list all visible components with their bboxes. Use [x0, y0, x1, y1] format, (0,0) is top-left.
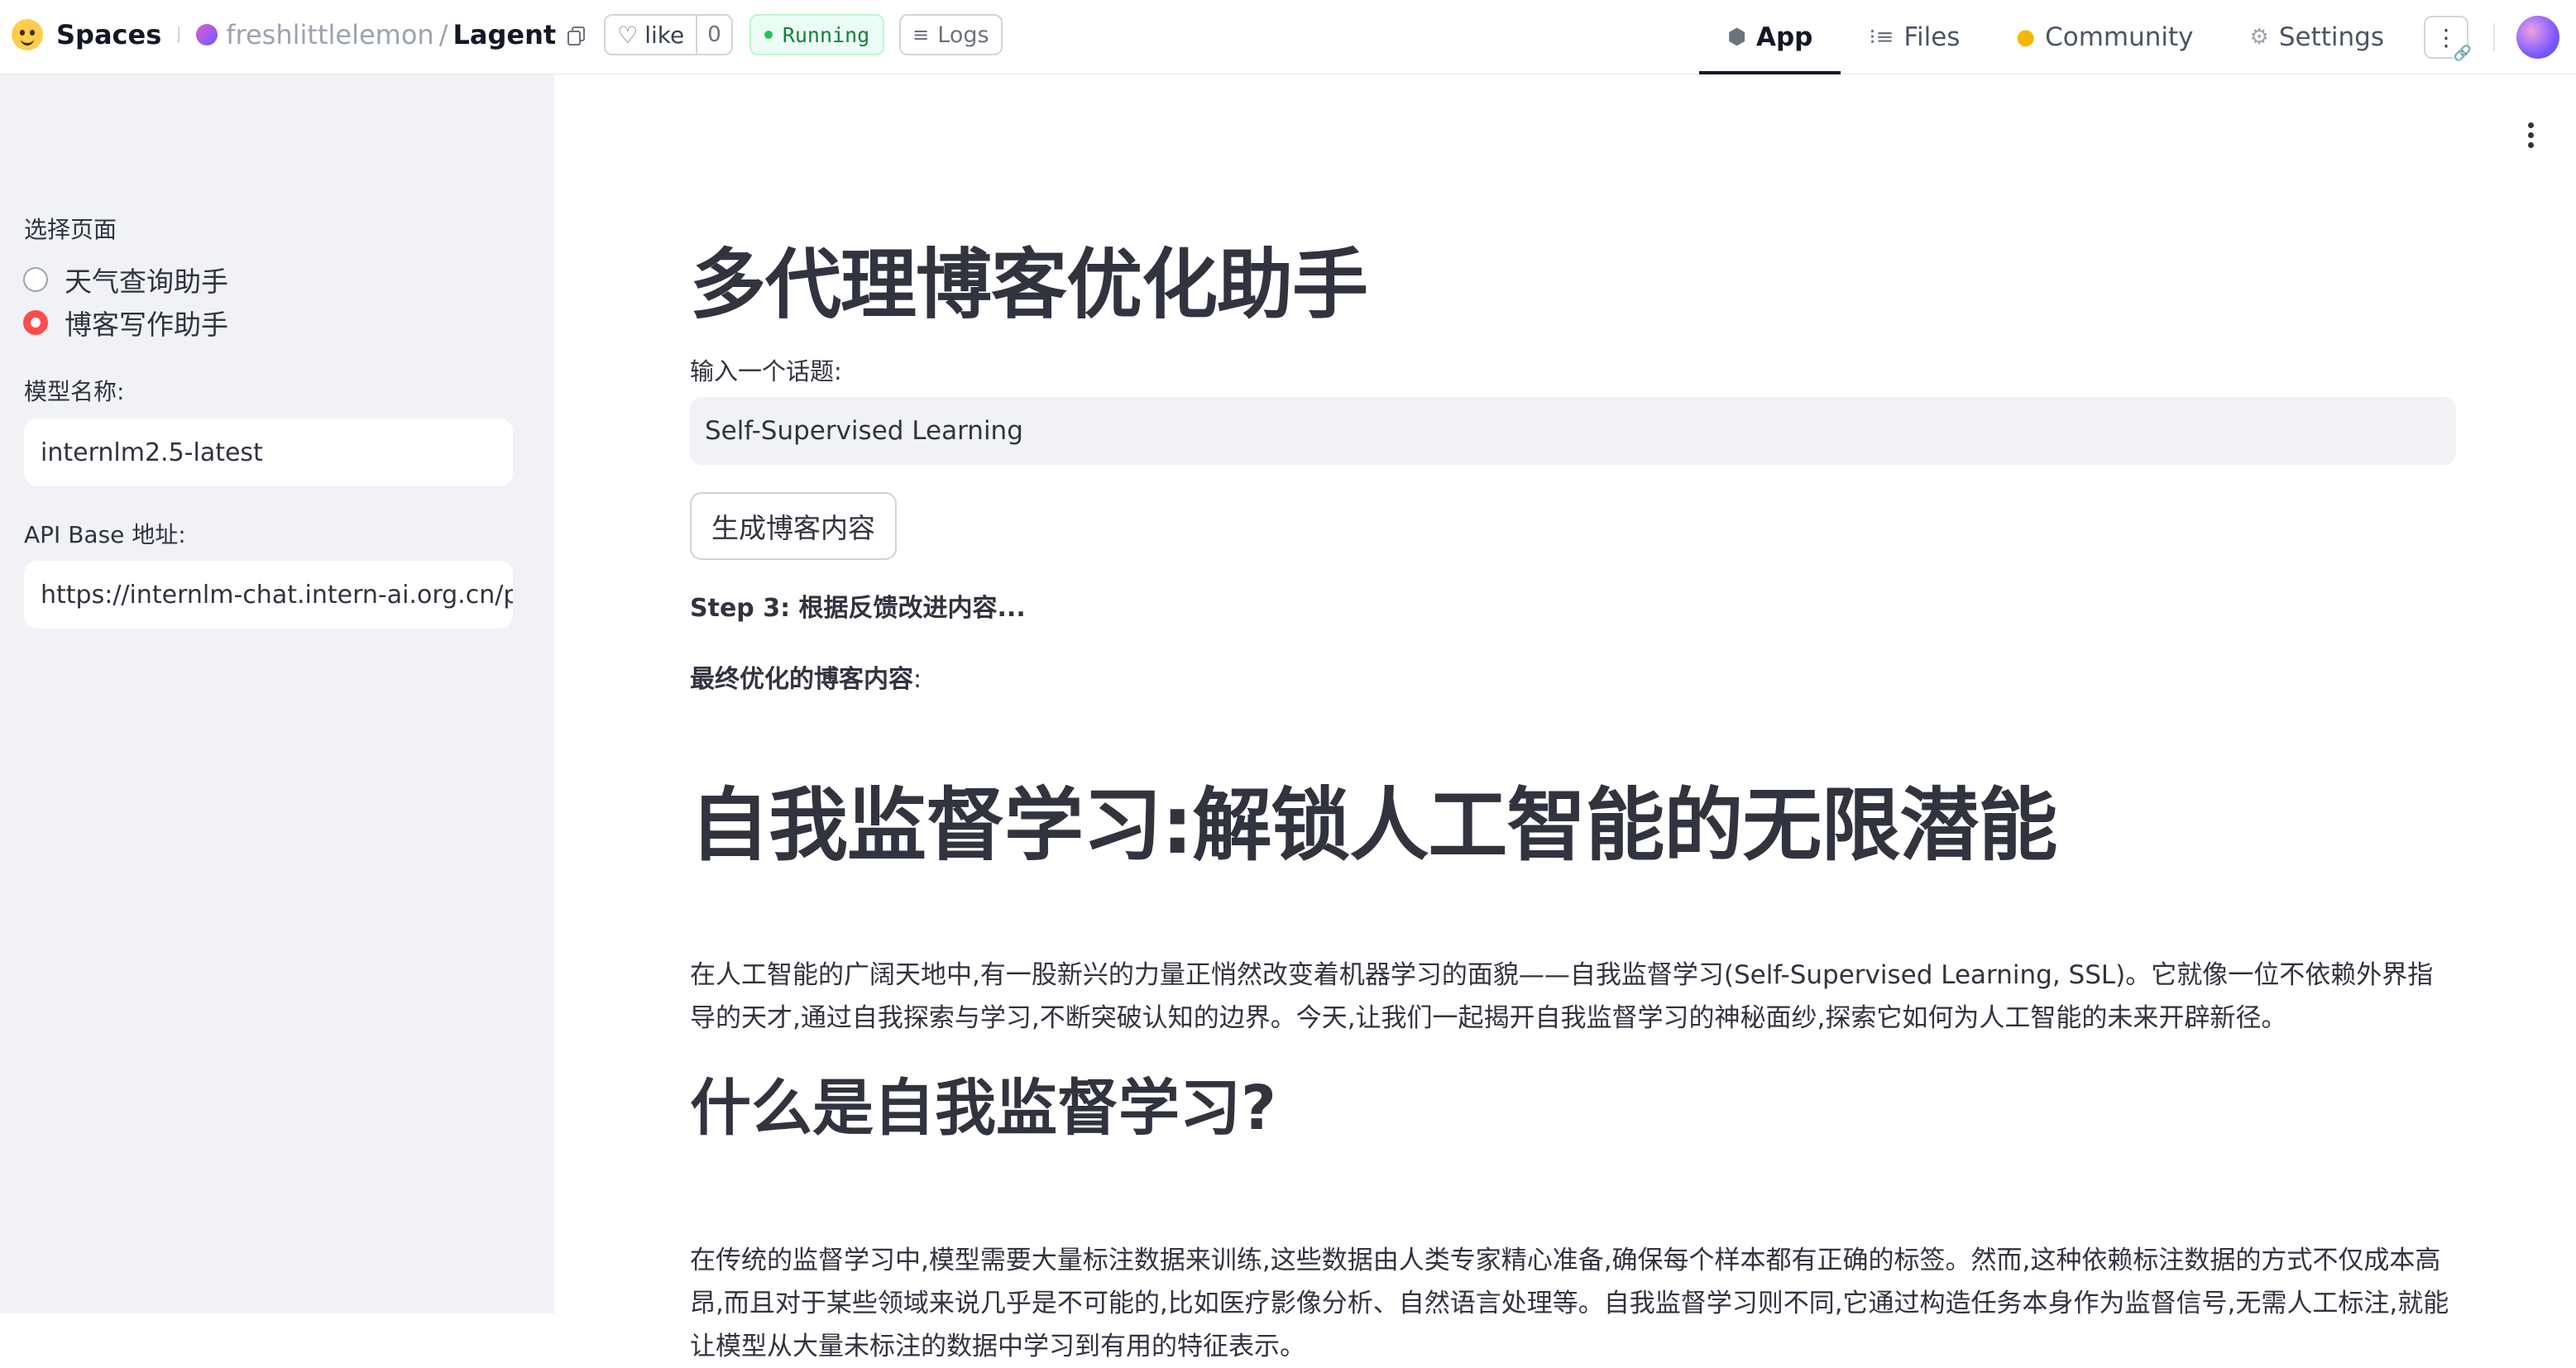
article-section-heading: 什么是自我监督学习? [690, 1073, 1276, 1144]
status-label: Running [782, 22, 870, 47]
final-content-label: 最终优化的博客内容: [690, 658, 922, 695]
link-icon: 🔗 [2453, 45, 2472, 62]
article-title: 自我监督学习:解锁人工智能的无限潜能 [690, 779, 2057, 872]
api-base-input[interactable]: https://internlm-chat.intern-ai.org.cn/p… [24, 561, 513, 629]
hugging-face-logo-icon[interactable] [12, 19, 43, 50]
spaces-link[interactable]: Spaces [56, 19, 161, 50]
top-header: Spaces freshlittlelemon / Lagent ♡ like … [0, 0, 2576, 74]
radio-weather-label: 天气查询助手 [65, 265, 228, 298]
logs-icon: ≡ [912, 23, 930, 46]
path-separator: / [438, 19, 448, 50]
model-name-label: 模型名称: [24, 378, 125, 405]
radio-checked-icon[interactable] [23, 310, 48, 335]
user-avatar[interactable] [2516, 16, 2559, 59]
tab-app[interactable]: ⬢ App [1699, 0, 1841, 74]
api-base-label: API Base 地址: [24, 521, 186, 548]
generate-button[interactable]: 生成博客内容 [690, 492, 897, 560]
cube-icon: ⬢ [1727, 25, 1746, 50]
more-options-button[interactable]: ⋮ 🔗 [2424, 16, 2472, 62]
final-label-text: 最终优化的博客内容 [690, 665, 913, 694]
model-name-input[interactable]: internlm2.5-latest [24, 419, 513, 486]
radio-blog-label: 博客写作助手 [65, 309, 228, 341]
tab-files[interactable]: ⁝≡ Files [1841, 0, 1988, 74]
like-button[interactable]: ♡ like [606, 16, 696, 54]
header-right: ⬢ App ⁝≡ Files ● Community ⚙ Settings ⋮ … [1699, 0, 2576, 74]
step-status: Step 3: 根据反馈改进内容... [690, 594, 1026, 623]
article-paragraph: 在传统的监督学习中,模型需要大量标注数据来训练,这些数据由人类专家精心准备,确保… [690, 1246, 2449, 1361]
status-badge[interactable]: Running [749, 14, 885, 55]
like-label: like [644, 21, 685, 49]
like-group: ♡ like 0 [604, 14, 733, 55]
files-icon: ⁝≡ [1869, 25, 1894, 50]
status-dot-icon [764, 31, 773, 39]
repo-name[interactable]: Lagent [452, 19, 556, 50]
logs-button[interactable]: ≡ Logs [899, 14, 1003, 55]
like-count[interactable]: 0 [696, 16, 731, 54]
tab-community[interactable]: ● Community [1988, 0, 2221, 74]
tab-community-label: Community [2045, 22, 2194, 52]
radio-weather[interactable]: 天气查询助手 [23, 260, 228, 299]
copy-icon[interactable] [567, 26, 586, 45]
gear-icon: ⚙ [2249, 25, 2269, 50]
topic-input[interactable]: Self-Supervised Learning [690, 397, 2456, 465]
tab-settings[interactable]: ⚙ Settings [2222, 0, 2412, 74]
main-menu-icon[interactable] [2528, 122, 2535, 152]
tab-app-label: App [1755, 22, 1813, 52]
radio-blog[interactable]: 博客写作助手 [23, 303, 228, 342]
final-label-colon: : [913, 665, 922, 694]
logs-label: Logs [937, 22, 989, 48]
header-left: Spaces freshlittlelemon / Lagent ♡ like … [12, 0, 1003, 69]
radio-unchecked-icon[interactable] [23, 267, 48, 292]
topic-label: 输入一个话题: [690, 357, 842, 385]
main-content: 多代理博客优化助手 输入一个话题: Self-Supervised Learni… [554, 74, 2576, 1361]
community-icon: ● [2016, 25, 2036, 50]
tab-files-label: Files [1903, 22, 1961, 52]
owner-avatar [196, 24, 218, 45]
page-title: 多代理博客优化助手 [690, 241, 1368, 329]
tab-settings-label: Settings [2278, 22, 2384, 52]
heart-icon: ♡ [617, 21, 639, 49]
owner-link[interactable]: freshlittlelemon [226, 19, 433, 50]
sidebar: 选择页面 天气查询助手 博客写作助手 模型名称: internlm2.5-lat… [0, 74, 554, 1313]
article-intro: 在人工智能的广阔天地中,有一股新兴的力量正悄然改变着机器学习的面貌——自我监督学… [690, 960, 2434, 1033]
page-select-label: 选择页面 [24, 216, 117, 243]
divider [2493, 23, 2495, 51]
divider [178, 26, 180, 43]
